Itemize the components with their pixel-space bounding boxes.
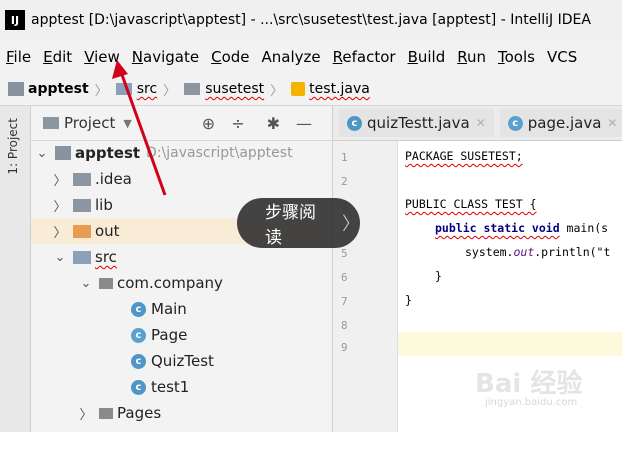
arrow-shaft — [119, 71, 167, 196]
step-reading-button[interactable]: 步骤阅读 〉 — [237, 198, 360, 248]
chevron-right-icon: 〉 — [342, 214, 360, 235]
arrow-head — [112, 60, 128, 79]
baidu-watermark: Bai 经验 — [475, 369, 583, 399]
baidu-watermark-url: jingyan.baidu.com — [485, 397, 578, 408]
